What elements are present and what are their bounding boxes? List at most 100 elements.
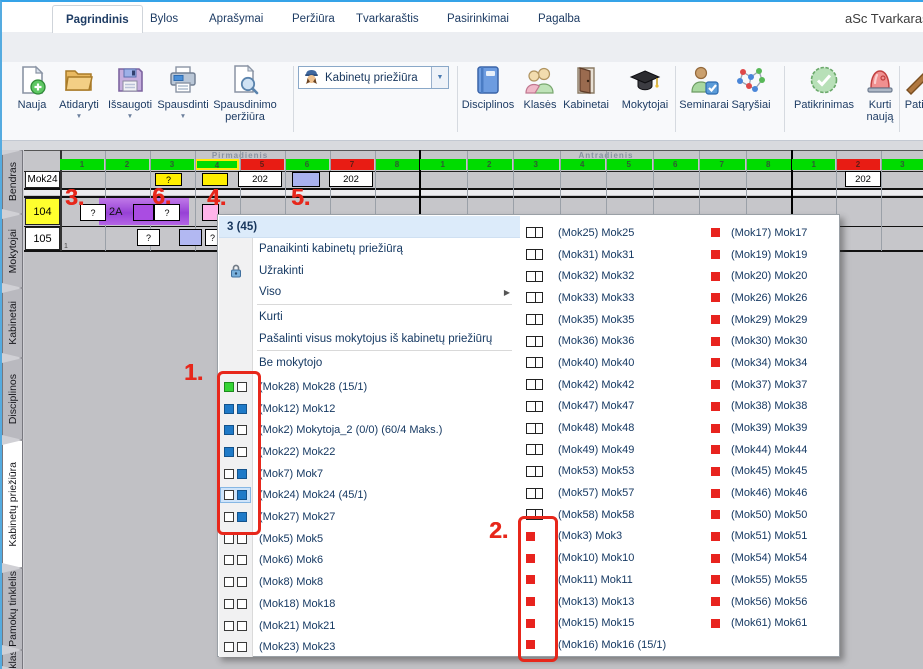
teacher-item[interactable]: (Mok6) Mok6 [219, 550, 520, 572]
teacher-item[interactable]: (Mok8) Mok8 [219, 571, 520, 593]
teacher-item[interactable]: (Mok56) Mok56 [705, 591, 840, 613]
lesson-card[interactable]: ? [80, 204, 106, 221]
tab-pagrindinis[interactable]: Pagrindinis [52, 5, 143, 33]
lesson-card[interactable]: ? [137, 229, 160, 246]
menu-item-viso[interactable]: Viso ▶ [219, 281, 520, 303]
lesson-card[interactable]: 202 [329, 171, 373, 187]
teacher-item[interactable]: (Mok33) Mok33 [520, 287, 705, 309]
menu-item-pasalinti-visus-mokytojus[interactable]: Pašalinti visus mokytojus iš kabinetų pr… [219, 328, 520, 350]
teacher-item[interactable]: (Mok38) Mok38 [705, 396, 840, 418]
teacher-item[interactable]: (Mok44) Mok44 [705, 439, 840, 461]
period-column-header[interactable]: 1 [420, 159, 466, 170]
lesson-card[interactable]: ? [154, 204, 180, 221]
lesson-card[interactable] [292, 172, 320, 187]
period-column-header[interactable]: 6 [285, 159, 329, 170]
side-tab-disciplinos[interactable]: Disciplinos [2, 358, 23, 440]
teacher-item[interactable]: (Mok54) Mok54 [705, 547, 840, 569]
ribbon-button-disciplinos[interactable]: Disciplinos [457, 64, 519, 111]
tab-pasirinkimai[interactable]: Pasirinkimai [434, 5, 522, 32]
row-label-105[interactable]: 105 [25, 227, 60, 250]
period-column-header[interactable]: 7 [699, 159, 745, 170]
menu-item-uzrakinti[interactable]: Užrakinti [219, 260, 520, 282]
period-column-header[interactable]: 6 [653, 159, 699, 170]
period-column-header[interactable]: 2 [467, 159, 513, 170]
teacher-item[interactable]: (Mok28) Mok28 (15/1) [219, 376, 520, 398]
side-tab-kabinetų-priežiūra[interactable]: Kabinetų priežiūra [2, 440, 23, 568]
ribbon-button-patik[interactable]: Patik [897, 64, 923, 111]
lesson-card[interactable]: 202 [238, 171, 282, 187]
teacher-item[interactable]: (Mok40) Mok40 [520, 352, 705, 374]
teacher-item[interactable]: (Mok57) Mok57 [520, 482, 705, 504]
teacher-item[interactable]: (Mok24) Mok24 (45/1) [219, 485, 520, 507]
period-column-header[interactable]: 3 [150, 159, 194, 170]
lesson-card[interactable]: ? [155, 173, 182, 186]
teacher-item[interactable]: (Mok5) Mok5 [219, 528, 520, 550]
period-column-header[interactable]: 3 [881, 159, 923, 170]
ribbon-button-spausdinimo-per-i-ra[interactable]: Spausdinimo peržiūra [205, 64, 285, 123]
menu-item-be-mokytojo[interactable]: Be mokytojo [219, 352, 520, 374]
teacher-item[interactable]: (Mok45) Mok45 [705, 461, 840, 483]
teacher-item[interactable]: (Mok39) Mok39 [705, 417, 840, 439]
teacher-item[interactable]: (Mok51) Mok51 [705, 526, 840, 548]
teacher-item[interactable]: (Mok3) Mok3 [520, 526, 705, 548]
teacher-item[interactable]: (Mok18) Mok18 [219, 593, 520, 615]
ribbon-button-patikrinimas[interactable]: Patikrinimas [788, 64, 860, 111]
teacher-item[interactable]: (Mok34) Mok34 [705, 352, 840, 374]
teacher-item[interactable]: (Mok53) Mok53 [520, 461, 705, 483]
teacher-item[interactable]: (Mok42) Mok42 [520, 374, 705, 396]
period-column-header[interactable]: 3 [513, 159, 559, 170]
period-column-header[interactable]: 7 [330, 159, 374, 170]
tab-bylos[interactable]: Bylos [137, 5, 191, 32]
period-column-header[interactable]: 2 [836, 159, 879, 170]
period-column-header[interactable]: 2 [105, 159, 149, 170]
teacher-item[interactable]: (Mok11) Mok11 [520, 569, 705, 591]
ribbon-button-seminarai[interactable]: Seminarai [678, 64, 730, 111]
side-tab-bendras[interactable]: Bendras [2, 150, 23, 214]
teacher-item[interactable]: (Mok26) Mok26 [705, 287, 840, 309]
side-tab-kabinetai[interactable]: Kabinetai [2, 288, 23, 358]
ribbon-button-i-saugoti[interactable]: Išsaugoti▼ [103, 64, 157, 120]
side-tab-mokytojai[interactable]: Mokytojai [2, 214, 23, 288]
teacher-item[interactable]: (Mok36) Mok36 [520, 330, 705, 352]
teacher-item[interactable]: (Mok35) Mok35 [520, 309, 705, 331]
teacher-item[interactable]: (Mok31) Mok31 [520, 244, 705, 266]
teacher-item[interactable]: (Mok16) Mok16 (15/1) [520, 634, 705, 656]
teacher-item[interactable]: (Mok37) Mok37 [705, 374, 840, 396]
lesson-card[interactable] [179, 229, 202, 246]
teacher-item[interactable]: (Mok29) Mok29 [705, 309, 840, 331]
menu-item-panaikinti-kabinetu-prieziura[interactable]: Panaikinti kabinetų priežiūrą [219, 238, 520, 260]
period-column-header[interactable]: 4 [195, 159, 239, 170]
teacher-item[interactable]: (Mok19) Mok19 [705, 244, 840, 266]
view-mode-combobox[interactable]: Kabinetų priežiūra ▼ [298, 66, 449, 89]
lesson-card[interactable] [133, 204, 154, 221]
tab-perziura[interactable]: Peržiūra [279, 5, 348, 32]
teacher-item[interactable]: (Mok47) Mok47 [520, 396, 705, 418]
teacher-item[interactable]: (Mok49) Mok49 [520, 439, 705, 461]
period-column-header[interactable]: 1 [60, 159, 104, 170]
tab-tvarkarastis[interactable]: Tvarkaraštis [343, 5, 432, 32]
ribbon-button-klas-s[interactable]: Klasės [519, 64, 561, 111]
side-tab-pamokų-tinklelis[interactable]: Pamokų tinklelis [2, 568, 23, 650]
teacher-item[interactable]: (Mok13) Mok13 [520, 591, 705, 613]
teacher-item[interactable]: (Mok22) Mok22 [219, 441, 520, 463]
combobox-dropdown-button[interactable]: ▼ [431, 67, 448, 88]
teacher-item[interactable]: (Mok20) Mok20 [705, 265, 840, 287]
teacher-item[interactable]: (Mok2) Mokytoja_2 (0/0) (60/4 Maks.) [219, 420, 520, 442]
period-column-header[interactable]: 5 [606, 159, 652, 170]
row-label-104[interactable]: 104 [25, 198, 60, 225]
tab-aprasymai[interactable]: Aprašymai [196, 5, 276, 32]
teacher-item[interactable]: (Mok61) Mok61 [705, 612, 840, 634]
teacher-item[interactable]: (Mok58) Mok58 [520, 504, 705, 526]
row-label-mok24[interactable]: Mok24 [25, 171, 60, 188]
teacher-item[interactable]: (Mok12) Mok12 [219, 398, 520, 420]
period-column-header[interactable]: 4 [560, 159, 606, 170]
period-column-header[interactable]: 8 [375, 159, 419, 170]
lesson-card[interactable]: 202 [845, 171, 881, 187]
teacher-item[interactable]: (Mok25) Mok25 [520, 222, 705, 244]
period-column-header[interactable]: 5 [240, 159, 284, 170]
teacher-item[interactable]: (Mok17) Mok17 [705, 222, 840, 244]
teacher-item[interactable]: (Mok21) Mok21 [219, 615, 520, 637]
teacher-item[interactable]: (Mok46) Mok46 [705, 482, 840, 504]
teacher-item[interactable]: (Mok55) Mok55 [705, 569, 840, 591]
ribbon-button-mokytojai[interactable]: Mokytojai [614, 64, 676, 111]
